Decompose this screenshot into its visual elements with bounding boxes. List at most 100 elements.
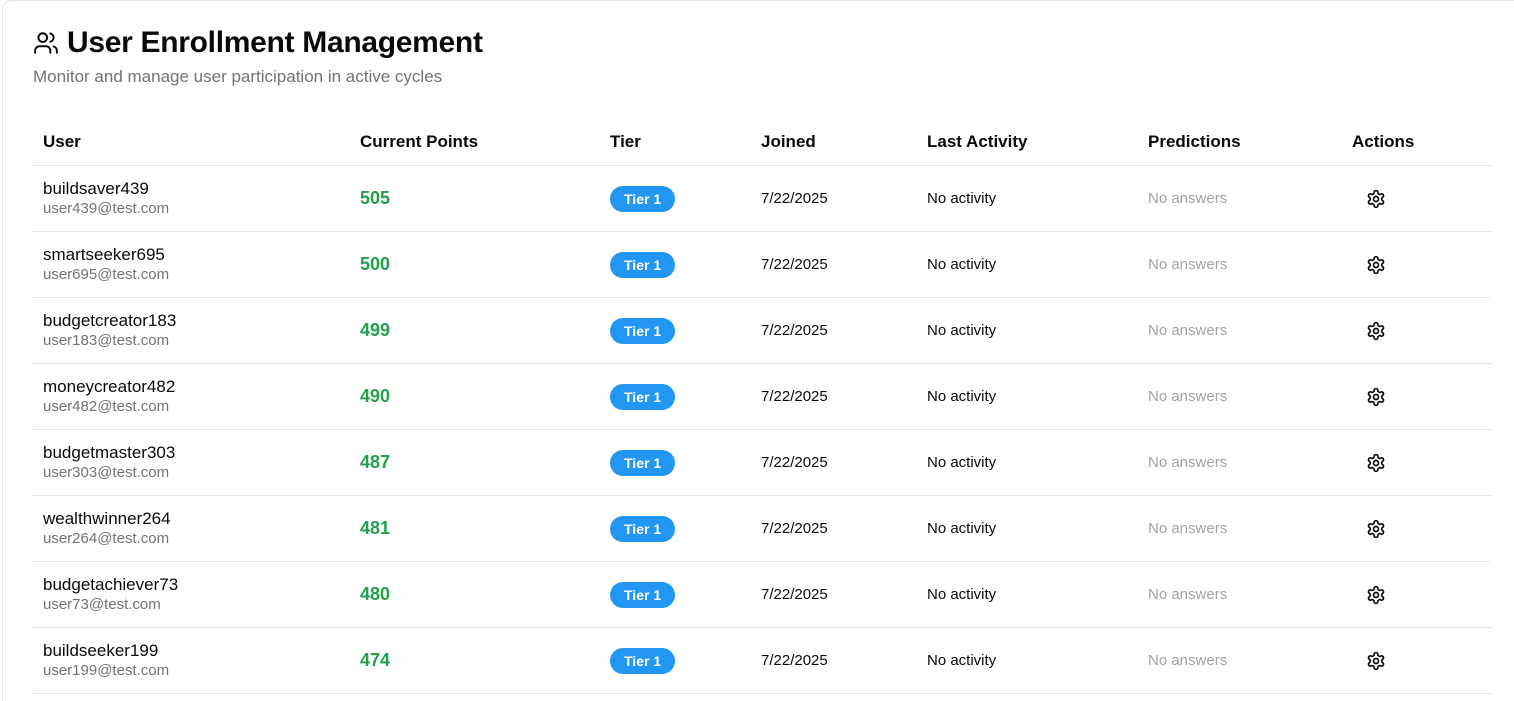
username: budgetachiever73 (43, 575, 179, 594)
tier-cell: Tier 1 (600, 231, 751, 298)
points-cell: 499 (350, 297, 600, 364)
last-activity: No activity (917, 627, 1138, 694)
username: buildseeker199 (43, 641, 159, 660)
predictions: No answers (1138, 231, 1342, 298)
tier-cell: Tier 1 (600, 363, 751, 430)
settings-button[interactable] (1362, 581, 1390, 609)
username: budgetcreator183 (43, 311, 177, 330)
username: budgetmaster303 (43, 443, 176, 462)
username: smartseeker695 (43, 245, 165, 264)
tier-badge: Tier 1 (610, 185, 676, 212)
settings-button[interactable] (1362, 515, 1390, 543)
user-cell: budgetmaster303 user303@test.com (33, 429, 350, 496)
table-row[interactable]: buildseeker199 user199@test.com 474 Tier… (33, 627, 1492, 694)
last-activity: No activity (917, 561, 1138, 628)
last-activity: No activity (917, 231, 1138, 298)
user-email: user303@test.com (43, 464, 170, 481)
settings-button[interactable] (1362, 185, 1390, 213)
table-row[interactable]: smartseeker695 user695@test.com 500 Tier… (33, 231, 1492, 298)
actions-cell (1342, 561, 1492, 628)
column-header-joined[interactable]: Joined (751, 119, 917, 166)
actions-cell (1342, 495, 1492, 562)
current-points: 474 (360, 650, 391, 670)
table-row[interactable]: budgetcreator183 user183@test.com 499 Ti… (33, 297, 1492, 364)
user-cell: buildseeker199 user199@test.com (33, 627, 350, 694)
joined-date: 7/22/2025 (751, 561, 917, 628)
settings-button[interactable] (1362, 383, 1390, 411)
gear-icon (1366, 189, 1386, 209)
user-cell: buildsaver439 user439@test.com (33, 165, 350, 232)
last-activity: No activity (917, 363, 1138, 430)
points-cell: 505 (350, 165, 600, 232)
column-header-last-activity[interactable]: Last Activity (917, 119, 1138, 166)
tier-cell: Tier 1 (600, 495, 751, 562)
table-row[interactable]: budgetachiever73 user73@test.com 480 Tie… (33, 561, 1492, 628)
tier-badge: Tier 1 (610, 449, 676, 476)
table-row[interactable]: wealthwinner264 user264@test.com 481 Tie… (33, 495, 1492, 562)
current-points: 499 (360, 320, 391, 340)
tier-badge: Tier 1 (610, 581, 676, 608)
tier-cell: Tier 1 (600, 429, 751, 496)
current-points: 490 (360, 386, 391, 406)
column-header-tier[interactable]: Tier (600, 119, 751, 166)
predictions: No answers (1138, 297, 1342, 364)
points-cell: 500 (350, 231, 600, 298)
user-email: user183@test.com (43, 332, 170, 349)
table-body: buildsaver439 user439@test.com 505 Tier … (33, 165, 1492, 694)
current-points: 505 (360, 188, 391, 208)
current-points: 480 (360, 584, 391, 604)
predictions: No answers (1138, 165, 1342, 232)
page-subtitle: Monitor and manage user participation in… (33, 67, 443, 86)
user-email: user199@test.com (43, 662, 170, 679)
settings-button[interactable] (1362, 647, 1390, 675)
column-header-predictions[interactable]: Predictions (1138, 119, 1342, 166)
joined-date: 7/22/2025 (751, 627, 917, 694)
gear-icon (1366, 387, 1386, 407)
joined-date: 7/22/2025 (751, 429, 917, 496)
points-cell: 490 (350, 363, 600, 430)
last-activity: No activity (917, 495, 1138, 562)
actions-cell (1342, 165, 1492, 232)
user-cell: budgetcreator183 user183@test.com (33, 297, 350, 364)
tier-cell: Tier 1 (600, 627, 751, 694)
last-activity: No activity (917, 429, 1138, 496)
tier-badge: Tier 1 (610, 383, 676, 410)
tier-badge: Tier 1 (610, 515, 676, 542)
user-email: user695@test.com (43, 266, 170, 283)
current-points: 487 (360, 452, 391, 472)
tier-cell: Tier 1 (600, 297, 751, 364)
table-row[interactable]: buildsaver439 user439@test.com 505 Tier … (33, 165, 1492, 232)
predictions: No answers (1138, 495, 1342, 562)
tier-badge: Tier 1 (610, 317, 676, 344)
title-row: User Enrollment Management (33, 25, 483, 61)
username: moneycreator482 (43, 377, 176, 396)
user-email: user73@test.com (43, 596, 161, 613)
settings-button[interactable] (1362, 251, 1390, 279)
current-points: 481 (360, 518, 391, 538)
actions-cell (1342, 363, 1492, 430)
joined-date: 7/22/2025 (751, 165, 917, 232)
user-email: user439@test.com (43, 200, 170, 217)
column-header-current-points[interactable]: Current Points (350, 119, 600, 166)
actions-cell (1342, 627, 1492, 694)
tier-cell: Tier 1 (600, 561, 751, 628)
table-row[interactable]: budgetmaster303 user303@test.com 487 Tie… (33, 429, 1492, 496)
users-icon (33, 30, 59, 56)
actions-cell (1342, 231, 1492, 298)
points-cell: 481 (350, 495, 600, 562)
table-row[interactable]: moneycreator482 user482@test.com 490 Tie… (33, 363, 1492, 430)
joined-date: 7/22/2025 (751, 297, 917, 364)
tier-badge: Tier 1 (610, 647, 676, 674)
gear-icon (1366, 651, 1386, 671)
joined-date: 7/22/2025 (751, 363, 917, 430)
user-cell: moneycreator482 user482@test.com (33, 363, 350, 430)
points-cell: 480 (350, 561, 600, 628)
settings-button[interactable] (1362, 449, 1390, 477)
enrollment-table: User Current Points Tier Joined Last Act… (33, 119, 1492, 694)
user-email: user264@test.com (43, 530, 170, 547)
user-cell: budgetachiever73 user73@test.com (33, 561, 350, 628)
settings-button[interactable] (1362, 317, 1390, 345)
actions-cell (1342, 297, 1492, 364)
predictions: No answers (1138, 627, 1342, 694)
column-header-user[interactable]: User (33, 119, 350, 166)
